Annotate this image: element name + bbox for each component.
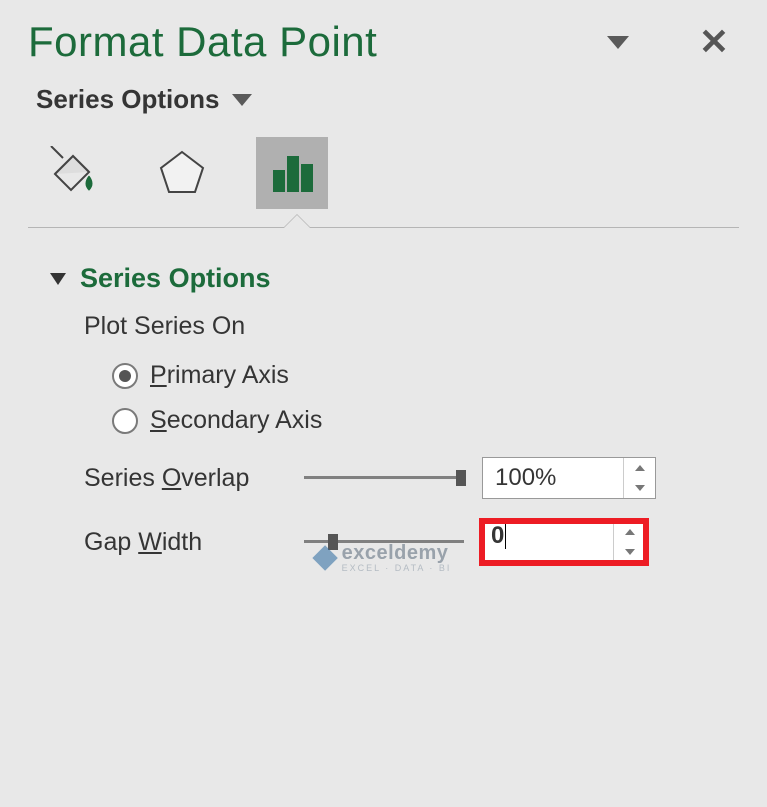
header-controls: ✕	[607, 24, 729, 60]
gap-width-spinner: 0	[482, 521, 646, 563]
bar-chart-icon	[265, 146, 319, 200]
pane-options-dropdown[interactable]	[607, 36, 629, 49]
pentagon-icon	[155, 146, 209, 200]
watermark-logo-icon	[312, 545, 337, 570]
series-overlap-input[interactable]	[483, 458, 623, 498]
series-overlap-step-down[interactable]	[624, 478, 655, 498]
radio-primary-axis-label: Primary Axis	[150, 361, 289, 390]
section-toggle[interactable]: Series Options	[50, 263, 739, 294]
category-tabs	[36, 137, 739, 209]
section-title: Series Options	[80, 263, 271, 294]
tab-series-options[interactable]	[256, 137, 328, 209]
series-overlap-step-up[interactable]	[624, 458, 655, 478]
element-picker-label: Series Options	[36, 84, 220, 115]
series-options-section: Series Options Plot Series On Primary Ax…	[50, 263, 739, 563]
pane-title: Format Data Point	[28, 18, 377, 66]
element-picker-caret-icon	[232, 94, 252, 106]
paint-bucket-icon	[45, 146, 99, 200]
series-overlap-label: Series Overlap	[84, 464, 304, 493]
gap-width-step-up[interactable]	[614, 522, 645, 542]
radio-icon	[112, 363, 138, 389]
tab-effects[interactable]	[146, 137, 218, 209]
plot-series-on-group: Plot Series On Primary Axis Secondary Ax…	[84, 312, 739, 563]
gap-width-label: Gap Width	[84, 528, 304, 557]
series-overlap-slider[interactable]	[304, 466, 464, 490]
pane-header: Format Data Point ✕	[28, 18, 739, 66]
radio-secondary-axis-label: Secondary Axis	[150, 406, 322, 435]
watermark-tag: EXCEL · DATA · BI	[342, 563, 452, 573]
radio-primary-axis[interactable]: Primary Axis	[112, 361, 739, 390]
watermark: exceldemy EXCEL · DATA · BI	[316, 542, 452, 573]
plot-series-on-label: Plot Series On	[84, 312, 739, 341]
collapse-caret-icon	[50, 273, 66, 285]
gap-width-input[interactable]: 0	[483, 522, 613, 562]
radio-secondary-axis[interactable]: Secondary Axis	[112, 406, 739, 435]
gap-width-step-down[interactable]	[614, 542, 645, 562]
series-overlap-spinner	[482, 457, 656, 499]
tab-fill-and-line[interactable]	[36, 137, 108, 209]
element-picker[interactable]: Series Options	[36, 84, 739, 115]
series-overlap-row: Series Overlap	[84, 457, 739, 499]
tab-divider	[28, 209, 739, 235]
close-button[interactable]: ✕	[699, 24, 729, 60]
watermark-brand: exceldemy	[342, 542, 449, 564]
format-data-point-pane: Format Data Point ✕ Series Options	[0, 0, 767, 581]
radio-icon	[112, 408, 138, 434]
